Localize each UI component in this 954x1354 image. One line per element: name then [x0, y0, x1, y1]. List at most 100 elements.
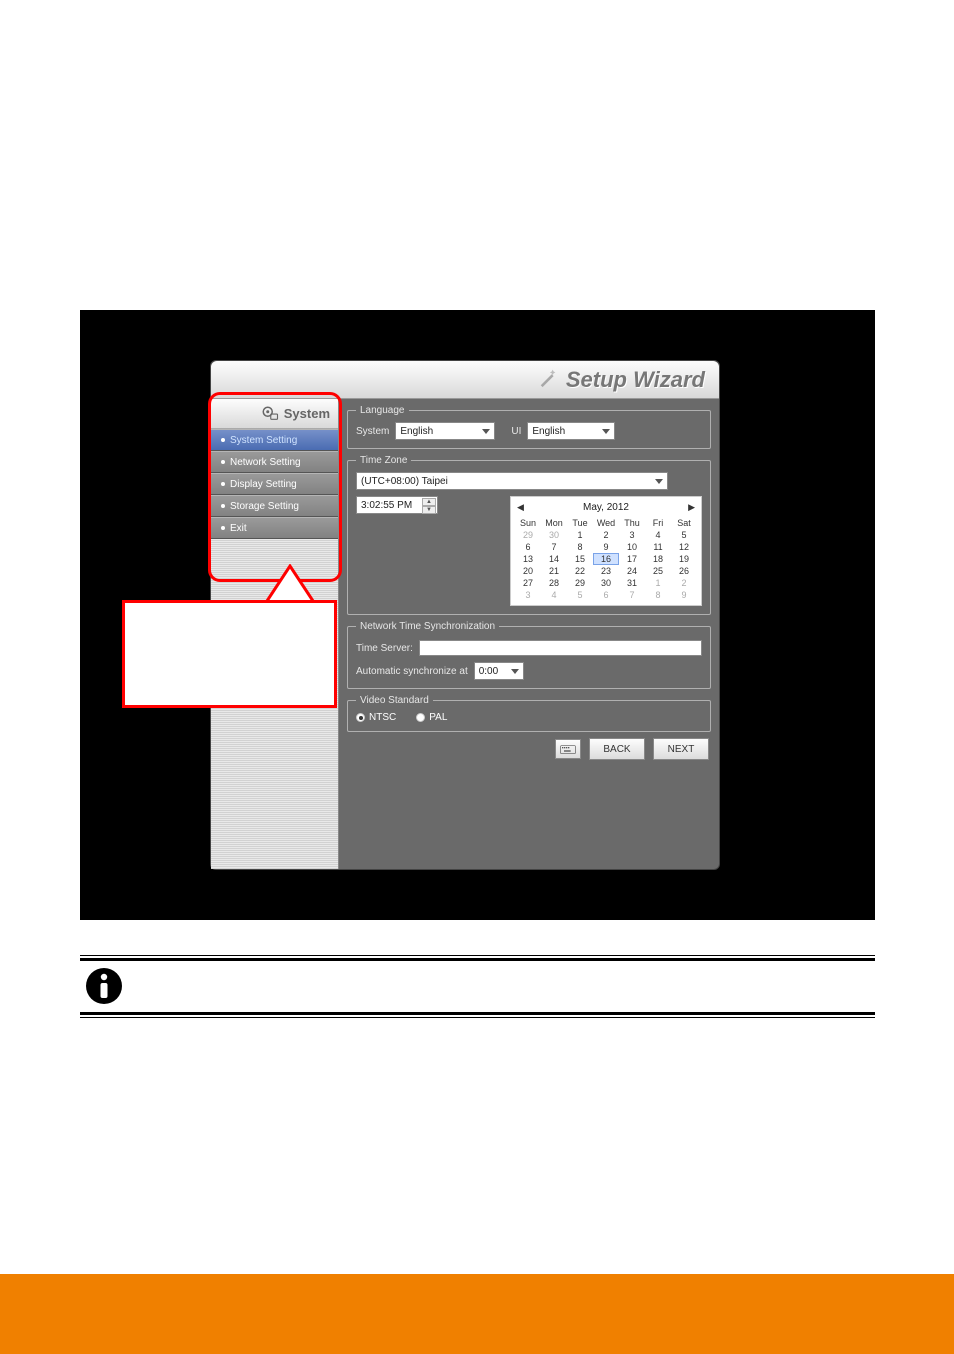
- calendar-day[interactable]: 5: [567, 589, 593, 601]
- calendar-prev-button[interactable]: ◀: [517, 502, 524, 513]
- calendar-day[interactable]: 15: [567, 553, 593, 565]
- calendar-day[interactable]: 24: [619, 565, 645, 577]
- ui-language-select[interactable]: English: [527, 422, 615, 440]
- calendar-day[interactable]: 6: [593, 589, 619, 601]
- sidebar-item-network-setting[interactable]: Network Setting: [211, 451, 338, 473]
- timezone-legend: Time Zone: [356, 455, 411, 466]
- ntsc-label: NTSC: [369, 712, 396, 723]
- sidebar-item-storage-setting[interactable]: Storage Setting: [211, 495, 338, 517]
- calendar-day[interactable]: 23: [593, 565, 619, 577]
- calendar-day[interactable]: 14: [541, 553, 567, 565]
- sidebar-item-exit[interactable]: Exit: [211, 517, 338, 539]
- calendar-day[interactable]: 29: [567, 577, 593, 589]
- calendar-day[interactable]: 5: [671, 529, 697, 541]
- language-fieldset: Language System English UI English: [347, 405, 711, 449]
- calendar-day[interactable]: 7: [619, 589, 645, 601]
- calendar-day[interactable]: 27: [515, 577, 541, 589]
- calendar-day[interactable]: 9: [593, 541, 619, 553]
- calendar-day[interactable]: 13: [515, 553, 541, 565]
- calendar-day[interactable]: 29: [515, 529, 541, 541]
- screenshot-region: Setup Wizard System System Setting Networ…: [80, 310, 875, 920]
- time-spinner[interactable]: ▲▼: [422, 498, 436, 512]
- calendar-day[interactable]: 26: [671, 565, 697, 577]
- calendar-day[interactable]: 1: [567, 529, 593, 541]
- calendar-day[interactable]: 17: [619, 553, 645, 565]
- calendar-day[interactable]: 1: [645, 577, 671, 589]
- wizard-wand-icon: [538, 366, 560, 393]
- calendar-day[interactable]: 2: [671, 577, 697, 589]
- video-standard-legend: Video Standard: [356, 695, 433, 706]
- spin-up-icon[interactable]: ▲: [422, 498, 436, 506]
- calendar-day[interactable]: 21: [541, 565, 567, 577]
- time-input[interactable]: 3:02:55 PM ▲▼: [356, 496, 438, 514]
- next-button[interactable]: NEXT: [653, 738, 709, 760]
- calendar-day[interactable]: 19: [671, 553, 697, 565]
- radio-dot-icon: [416, 713, 425, 722]
- calendar-day[interactable]: 9: [671, 589, 697, 601]
- calendar-day[interactable]: 8: [645, 589, 671, 601]
- divider: [80, 958, 875, 961]
- chevron-down-icon: [655, 479, 663, 484]
- timezone-select[interactable]: (UTC+08:00) Taipei: [356, 472, 668, 490]
- sidebar-item-label: Display Setting: [230, 479, 297, 490]
- titlebar: Setup Wizard: [211, 361, 719, 399]
- calendar-day[interactable]: 10: [619, 541, 645, 553]
- system-language-value: English: [400, 426, 433, 437]
- chevron-down-icon: [602, 429, 610, 434]
- back-button[interactable]: BACK: [589, 738, 645, 760]
- calendar-dow: Sun: [515, 517, 541, 529]
- time-server-label: Time Server:: [356, 643, 413, 654]
- calendar-day[interactable]: 8: [567, 541, 593, 553]
- nts-fieldset: Network Time Synchronization Time Server…: [347, 621, 711, 689]
- system-language-select[interactable]: English: [395, 422, 495, 440]
- spin-down-icon[interactable]: ▼: [422, 506, 436, 514]
- calendar-day[interactable]: 2: [593, 529, 619, 541]
- calendar-day[interactable]: 20: [515, 565, 541, 577]
- calendar-day[interactable]: 11: [645, 541, 671, 553]
- sidebar-item-label: Storage Setting: [230, 501, 299, 512]
- pal-label: PAL: [429, 712, 447, 723]
- calendar-day[interactable]: 28: [541, 577, 567, 589]
- button-row: BACK NEXT: [347, 738, 711, 760]
- bullet-icon: [221, 526, 225, 530]
- calendar-day[interactable]: 6: [515, 541, 541, 553]
- back-label: BACK: [603, 744, 630, 755]
- calendar-day[interactable]: 3: [619, 529, 645, 541]
- calendar[interactable]: ◀ May, 2012 ▶ SunMonTueWedThuFriSat 2930…: [510, 496, 702, 606]
- pal-radio[interactable]: PAL: [416, 712, 447, 723]
- time-server-input[interactable]: [419, 640, 702, 656]
- next-label: NEXT: [668, 744, 695, 755]
- radio-dot-icon: [356, 713, 365, 722]
- bullet-icon: [221, 482, 225, 486]
- calendar-day[interactable]: 4: [645, 529, 671, 541]
- sidebar-item-label: System Setting: [230, 435, 297, 446]
- bullet-icon: [221, 504, 225, 508]
- calendar-day[interactable]: 7: [541, 541, 567, 553]
- sidebar-header-label: System: [284, 406, 330, 421]
- keyboard-icon-button[interactable]: [555, 739, 581, 759]
- timezone-fieldset: Time Zone (UTC+08:00) Taipei 3:02:55 PM …: [347, 455, 711, 615]
- calendar-day[interactable]: 16: [593, 553, 619, 565]
- sidebar-header: System: [211, 399, 338, 429]
- main-panel: Language System English UI English Time …: [339, 399, 719, 869]
- calendar-day[interactable]: 25: [645, 565, 671, 577]
- calendar-day[interactable]: 30: [593, 577, 619, 589]
- calendar-day[interactable]: 12: [671, 541, 697, 553]
- calendar-day[interactable]: 30: [541, 529, 567, 541]
- callout-box: [122, 600, 337, 708]
- sidebar-item-display-setting[interactable]: Display Setting: [211, 473, 338, 495]
- calendar-day[interactable]: 22: [567, 565, 593, 577]
- calendar-day[interactable]: 18: [645, 553, 671, 565]
- sidebar-item-system-setting[interactable]: System Setting: [211, 429, 338, 451]
- auto-sync-select[interactable]: 0:00: [474, 662, 524, 680]
- ntsc-radio[interactable]: NTSC: [356, 712, 396, 723]
- calendar-next-button[interactable]: ▶: [688, 502, 695, 513]
- language-legend: Language: [356, 405, 409, 416]
- time-value: 3:02:55 PM: [361, 500, 412, 511]
- calendar-day[interactable]: 4: [541, 589, 567, 601]
- divider: [80, 955, 875, 956]
- calendar-day[interactable]: 31: [619, 577, 645, 589]
- gear-icon: [260, 405, 280, 423]
- calendar-day[interactable]: 3: [515, 589, 541, 601]
- calendar-dow: Wed: [593, 517, 619, 529]
